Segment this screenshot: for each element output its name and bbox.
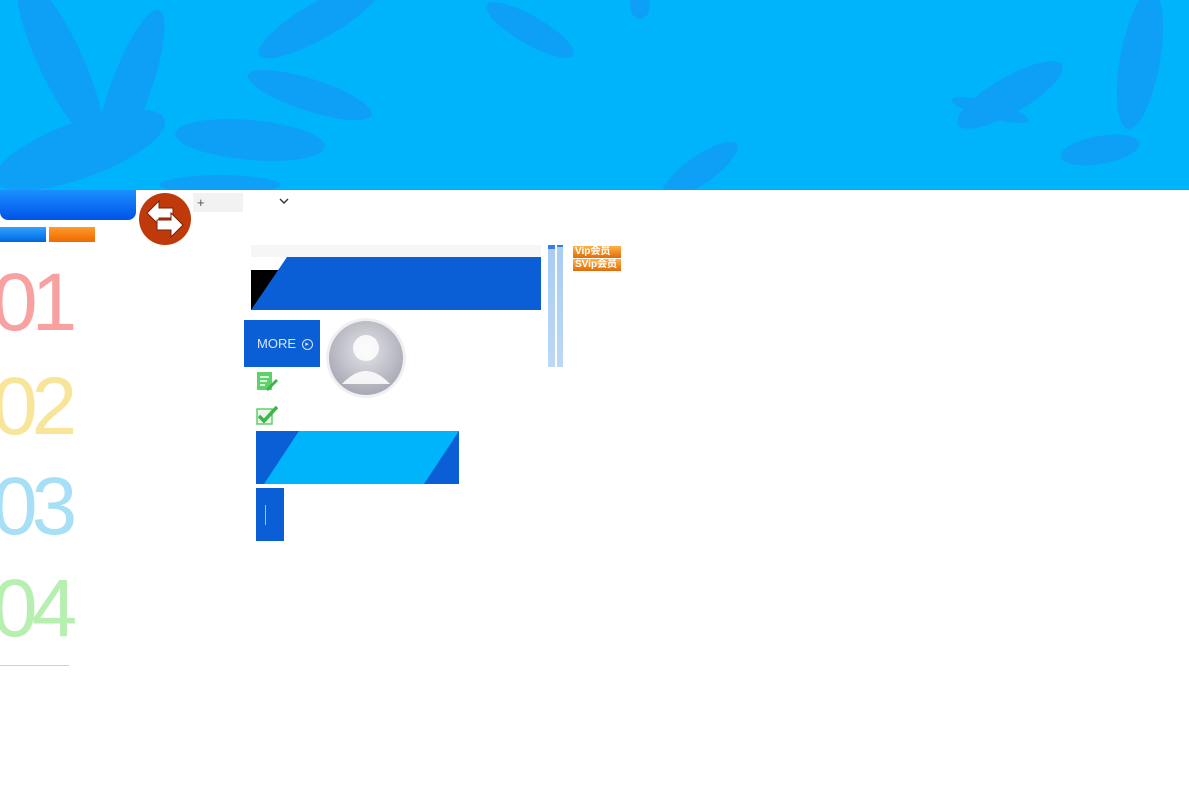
mini-orange-button[interactable] [49,227,95,242]
swap-arrows-icon[interactable] [139,193,191,245]
more-label: MORE [257,336,296,351]
small-blue-tab[interactable] [256,488,284,541]
petal-decoration [0,0,1164,190]
chevron-down-icon[interactable] [278,195,290,207]
step-number-3: 03 [0,461,77,552]
highlight-panel [256,431,459,484]
step-number-4: 04 [0,563,77,654]
plus-label: + [197,195,205,210]
more-button[interactable]: MORE ▸ [244,320,320,367]
avatar[interactable] [326,318,406,398]
add-button[interactable]: + [193,193,243,212]
section-header-panel [251,245,541,310]
step-number-2: 02 [0,361,77,452]
mini-blue-button[interactable] [0,227,46,242]
scroll-bar-1[interactable] [548,245,555,367]
tab-separator [265,505,266,525]
divider [0,665,69,666]
header-banner [0,0,1189,190]
play-circle-icon: ▸ [301,339,313,351]
step-number-1: 01 [0,257,77,348]
checkbox-checked-icon[interactable] [256,404,278,426]
primary-tab-button[interactable] [0,190,136,220]
edit-note-icon[interactable] [256,370,278,392]
scroll-bar-2[interactable] [557,245,563,367]
vip-badge: Vip会员 [573,246,621,258]
svip-badge: SVip会员 [573,259,621,271]
